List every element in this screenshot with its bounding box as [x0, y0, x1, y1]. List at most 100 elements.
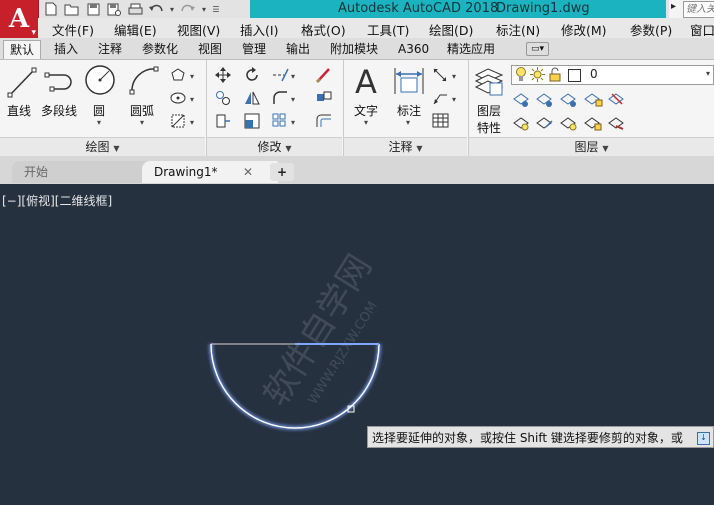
circle-label[interactable]: 圆 [93, 102, 105, 119]
customize-toolbar-icon[interactable]: ☰ [211, 1, 221, 17]
circle-dropdown-icon[interactable]: ▾ [97, 118, 101, 127]
table-icon[interactable] [432, 113, 450, 132]
circle-icon[interactable] [84, 64, 116, 99]
tab-featured-apps[interactable]: 精选应用 [447, 40, 495, 58]
menu-dimension[interactable]: 标注(N) [496, 20, 540, 39]
dimension-label[interactable]: 标注 [397, 102, 421, 119]
polygon-icon[interactable]: ▾ [170, 67, 198, 86]
menu-tools[interactable]: 工具(T) [367, 20, 409, 39]
app-logo-letter: A [8, 4, 30, 34]
unlock-icon[interactable] [549, 67, 563, 85]
viewport-controls-label[interactable]: [−][俯视][二维线框] [2, 192, 112, 209]
bulb-on-icon[interactable] [515, 67, 527, 85]
menu-format[interactable]: 格式(O) [301, 20, 346, 39]
layers-panel-footer[interactable]: 图层 ▼ [469, 137, 714, 157]
new-file-icon[interactable] [42, 1, 60, 17]
draw-panel-footer[interactable]: 绘图 ▼ [0, 137, 205, 157]
sun-icon[interactable] [530, 67, 545, 85]
menu-window[interactable]: 窗口 [690, 20, 714, 39]
new-tab-button[interactable]: + [270, 163, 294, 181]
layer-dropdown[interactable]: 0 ▾ [511, 65, 714, 85]
line-icon[interactable] [7, 66, 37, 101]
open-folder-icon[interactable] [63, 1, 81, 17]
tab-annotate[interactable]: 注释 [98, 40, 122, 58]
hatch-icon[interactable]: ▾ [170, 113, 198, 132]
move-icon[interactable] [215, 67, 231, 86]
tab-default[interactable]: 默认 [3, 40, 42, 59]
dimension-icon[interactable] [393, 66, 425, 99]
tab-addins[interactable]: 附加模块 [330, 40, 378, 58]
menu-edit[interactable]: 编辑(E) [114, 20, 157, 39]
tab-a360[interactable]: A360 [398, 40, 429, 58]
redo-icon[interactable] [179, 1, 197, 17]
menu-modify[interactable]: 修改(M) [561, 20, 607, 39]
scale-icon[interactable] [244, 113, 260, 132]
svg-text:▾: ▾ [291, 95, 295, 104]
chevron-right-icon[interactable]: ▸ [671, 1, 676, 12]
ribbon-tabs: 默认 插入 注释 参数化 视图 管理 输出 附加模块 A360 精选应用 ▭▾ [0, 38, 714, 60]
layer-properties-label-1[interactable]: 图层 [477, 102, 501, 119]
stretch-icon[interactable] [215, 113, 231, 132]
print-icon[interactable] [126, 1, 144, 17]
file-tab-drawing1-label: Drawing1* [154, 165, 218, 179]
menu-parametric[interactable]: 参数(P) [630, 20, 672, 39]
tab-insert[interactable]: 插入 [54, 40, 78, 58]
menu-insert[interactable]: 插入(I) [240, 20, 278, 39]
modify-panel-footer[interactable]: 修改 ▼ [207, 137, 342, 157]
arc-icon[interactable] [128, 65, 160, 98]
undo-icon[interactable] [147, 1, 165, 17]
svg-text:A: A [355, 65, 377, 97]
arc-label[interactable]: 圆弧 [130, 102, 154, 119]
tab-parametric[interactable]: 参数化 [142, 40, 178, 58]
polyline-icon[interactable] [44, 67, 76, 100]
annotation-panel-footer[interactable]: 注释 ▼ [344, 137, 467, 157]
explode-icon[interactable] [315, 90, 333, 109]
offset-icon[interactable] [315, 113, 333, 132]
redo-dropdown-icon[interactable]: ▾ [200, 1, 208, 17]
leader-icon[interactable]: ▾ [432, 90, 460, 109]
tab-view[interactable]: 视图 [198, 40, 222, 58]
chevron-down-icon[interactable]: ▾ [706, 69, 710, 78]
file-tab-drawing1[interactable]: Drawing1* ✕ [142, 161, 278, 183]
drawing-canvas[interactable]: 软件自学网 WWW.RJZXW.COM [0, 187, 714, 505]
linear-dim-icon[interactable]: ▾ [432, 67, 460, 86]
ellipse-icon[interactable]: ▾ [170, 90, 198, 109]
erase-icon[interactable] [315, 66, 333, 87]
menu-file[interactable]: 文件(F) [52, 20, 94, 39]
search-input[interactable]: 键入关 [683, 1, 714, 18]
tab-manage[interactable]: 管理 [242, 40, 266, 58]
text-icon[interactable]: A [353, 63, 381, 101]
arrow-down-icon[interactable]: ↓ [697, 432, 710, 445]
ribbon-minimize-button[interactable]: ▭▾ [526, 42, 550, 56]
close-icon[interactable]: ✕ [243, 161, 253, 183]
line-label[interactable]: 直线 [7, 102, 31, 119]
watermark: 软件自学网 WWW.RJZXW.COM [256, 248, 381, 413]
copy-icon[interactable] [215, 90, 231, 109]
menu-view[interactable]: 视图(V) [177, 20, 220, 39]
text-label[interactable]: 文字 [354, 102, 378, 119]
text-dropdown-icon[interactable]: ▾ [364, 118, 368, 127]
menu-draw[interactable]: 绘图(D) [429, 20, 473, 39]
polyline-label[interactable]: 多段线 [41, 102, 77, 119]
mirror-icon[interactable] [244, 90, 260, 109]
arc-dropdown-icon[interactable]: ▾ [140, 118, 144, 127]
save-as-icon[interactable] [105, 1, 123, 17]
layer-properties-label-2[interactable]: 特性 [477, 119, 501, 136]
tab-output[interactable]: 输出 [286, 40, 310, 58]
save-icon[interactable] [84, 1, 102, 17]
chevron-down-icon: ▼ [113, 144, 120, 153]
app-menu-button[interactable]: A ▾ [0, 0, 39, 38]
title-right-area: ▸ 键入关 [669, 0, 714, 18]
window-title: Autodesk AutoCAD 2018 Drawing1.dwg [250, 0, 666, 18]
layer-color-swatch[interactable] [568, 69, 581, 82]
fillet-icon[interactable]: ▾ [272, 90, 298, 109]
canvas-graphics: 软件自学网 WWW.RJZXW.COM [209, 248, 381, 430]
svg-text:▾: ▾ [452, 72, 456, 81]
file-tab-start[interactable]: 开始 [12, 161, 152, 183]
array-icon[interactable]: ▾ [272, 113, 298, 132]
undo-dropdown-icon[interactable]: ▾ [168, 1, 176, 17]
trim-icon[interactable]: ▾ [272, 67, 298, 86]
layer-properties-icon[interactable] [474, 65, 504, 100]
rotate-icon[interactable] [244, 67, 260, 86]
dimension-dropdown-icon[interactable]: ▾ [406, 118, 410, 127]
